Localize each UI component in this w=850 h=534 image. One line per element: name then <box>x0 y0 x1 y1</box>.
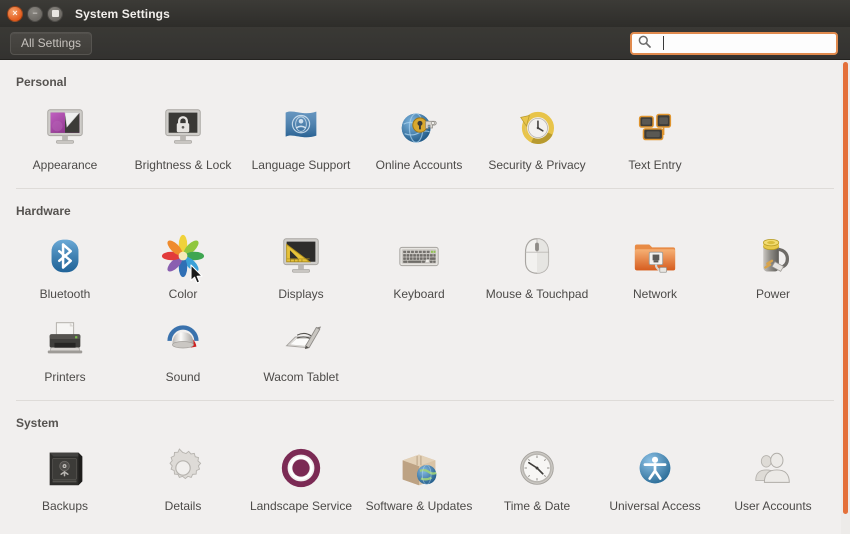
brightness-lock-icon <box>159 103 207 151</box>
color-icon <box>159 232 207 280</box>
search-input[interactable] <box>657 34 830 53</box>
settings-tile-label: Details <box>164 499 202 513</box>
landscape-service-icon <box>277 444 325 492</box>
appearance-icon <box>41 103 89 151</box>
settings-tile-landscape-service[interactable]: Landscape Service <box>242 438 360 521</box>
settings-tile-label: Mouse & Touchpad <box>485 287 589 301</box>
settings-tile-brightness-and-lock[interactable]: Brightness & Lock <box>124 97 242 180</box>
settings-tile-label: Text Entry <box>628 158 682 172</box>
section-system: System Backups Details Landscape Service… <box>0 401 850 521</box>
section-personal: Personal Appearance Brightness & Lock La… <box>0 60 850 180</box>
settings-tile-label: Language Support <box>251 158 351 172</box>
settings-tile-label: Software & Updates <box>365 499 473 513</box>
vertical-scrollbar[interactable] <box>841 60 850 534</box>
settings-tile-label: Appearance <box>32 158 98 172</box>
minimize-icon[interactable]: − <box>27 5 43 22</box>
maximize-icon[interactable] <box>47 5 63 22</box>
title-bar: × − System Settings <box>0 0 850 27</box>
time-date-icon <box>513 444 561 492</box>
close-icon[interactable]: × <box>7 5 23 22</box>
settings-tile-backups[interactable]: Backups <box>6 438 124 521</box>
all-settings-button[interactable]: All Settings <box>10 31 93 55</box>
settings-tile-displays[interactable]: Displays <box>242 226 360 309</box>
settings-tile-language-support[interactable]: Language Support <box>242 97 360 180</box>
sound-icon <box>159 315 207 363</box>
settings-tile-bluetooth[interactable]: Bluetooth <box>6 226 124 309</box>
settings-tile-mouse-and-touchpad[interactable]: Mouse & Touchpad <box>478 226 596 309</box>
settings-tile-user-accounts[interactable]: User Accounts <box>714 438 832 521</box>
settings-tile-power[interactable]: Power <box>714 226 832 309</box>
details-icon <box>159 444 207 492</box>
settings-tile-details[interactable]: Details <box>124 438 242 521</box>
settings-grid-system: Backups Details Landscape Service Softwa… <box>0 438 850 521</box>
settings-tile-label: Wacom Tablet <box>263 370 339 384</box>
settings-tile-universal-access[interactable]: Universal Access <box>596 438 714 521</box>
settings-tile-label: Online Accounts <box>375 158 463 172</box>
settings-tile-label: Keyboard <box>393 287 445 301</box>
search-box[interactable] <box>630 32 838 55</box>
settings-tile-security-and-privacy[interactable]: Security & Privacy <box>478 97 596 180</box>
settings-tile-label: Power <box>755 287 790 301</box>
network-icon <box>631 232 679 280</box>
scrollbar-thumb[interactable] <box>843 62 848 514</box>
section-title-system: System <box>16 416 59 430</box>
settings-tile-label: Brightness & Lock <box>134 158 232 172</box>
section-title-hardware: Hardware <box>16 204 71 218</box>
settings-tile-keyboard[interactable]: Keyboard <box>360 226 478 309</box>
settings-grid-hardware: Bluetooth Color Displays Keyboard Mouse … <box>0 226 850 392</box>
keyboard-icon <box>395 232 443 280</box>
settings-tile-label: Security & Privacy <box>488 158 586 172</box>
settings-tile-color[interactable]: Color <box>124 226 242 309</box>
settings-tile-label: Sound <box>165 370 201 384</box>
settings-tile-label: Printers <box>44 370 86 384</box>
mouse-touchpad-icon <box>513 232 561 280</box>
settings-tile-label: Color <box>168 287 198 301</box>
settings-tile-label: User Accounts <box>734 499 812 513</box>
user-accounts-icon <box>749 444 797 492</box>
text-cursor <box>663 36 664 50</box>
settings-tile-network[interactable]: Network <box>596 226 714 309</box>
settings-tile-appearance[interactable]: Appearance <box>6 97 124 180</box>
window-controls: × − <box>7 5 63 22</box>
settings-tile-label: Displays <box>278 287 324 301</box>
text-entry-icon <box>631 103 679 151</box>
universal-access-icon <box>631 444 679 492</box>
software-updates-icon <box>395 444 443 492</box>
settings-tile-sound[interactable]: Sound <box>124 309 242 392</box>
displays-icon <box>277 232 325 280</box>
settings-tile-time-and-date[interactable]: Time & Date <box>478 438 596 521</box>
online-accounts-icon <box>395 103 443 151</box>
section-hardware: Hardware Bluetooth Color Displays Keyboa… <box>0 189 850 392</box>
security-privacy-icon <box>513 103 561 151</box>
printers-icon <box>41 315 89 363</box>
language-support-icon <box>277 103 325 151</box>
settings-tile-online-accounts[interactable]: Online Accounts <box>360 97 478 180</box>
window-title: System Settings <box>75 6 170 21</box>
settings-content: Personal Appearance Brightness & Lock La… <box>0 60 850 534</box>
settings-tile-software-and-updates[interactable]: Software & Updates <box>360 438 478 521</box>
system-settings-window: × − System Settings All Settings Persona… <box>0 0 850 534</box>
settings-tile-label: Time & Date <box>503 499 571 513</box>
bluetooth-icon <box>41 232 89 280</box>
power-icon <box>749 232 797 280</box>
settings-tile-label: Network <box>632 287 677 301</box>
settings-tile-label: Landscape Service <box>249 499 353 513</box>
toolbar: All Settings <box>0 27 850 60</box>
wacom-tablet-icon <box>277 315 325 363</box>
settings-tile-printers[interactable]: Printers <box>6 309 124 392</box>
search-container <box>630 32 838 55</box>
settings-tile-label: Universal Access <box>609 499 701 513</box>
settings-tile-label: Backups <box>41 499 89 513</box>
settings-tile-label: Bluetooth <box>39 287 91 301</box>
search-icon <box>638 35 651 53</box>
settings-tile-text-entry[interactable]: Text Entry <box>596 97 714 180</box>
backups-icon <box>41 444 89 492</box>
section-title-personal: Personal <box>16 75 67 89</box>
settings-tile-wacom-tablet[interactable]: Wacom Tablet <box>242 309 360 392</box>
settings-grid-personal: Appearance Brightness & Lock Language Su… <box>0 97 850 180</box>
